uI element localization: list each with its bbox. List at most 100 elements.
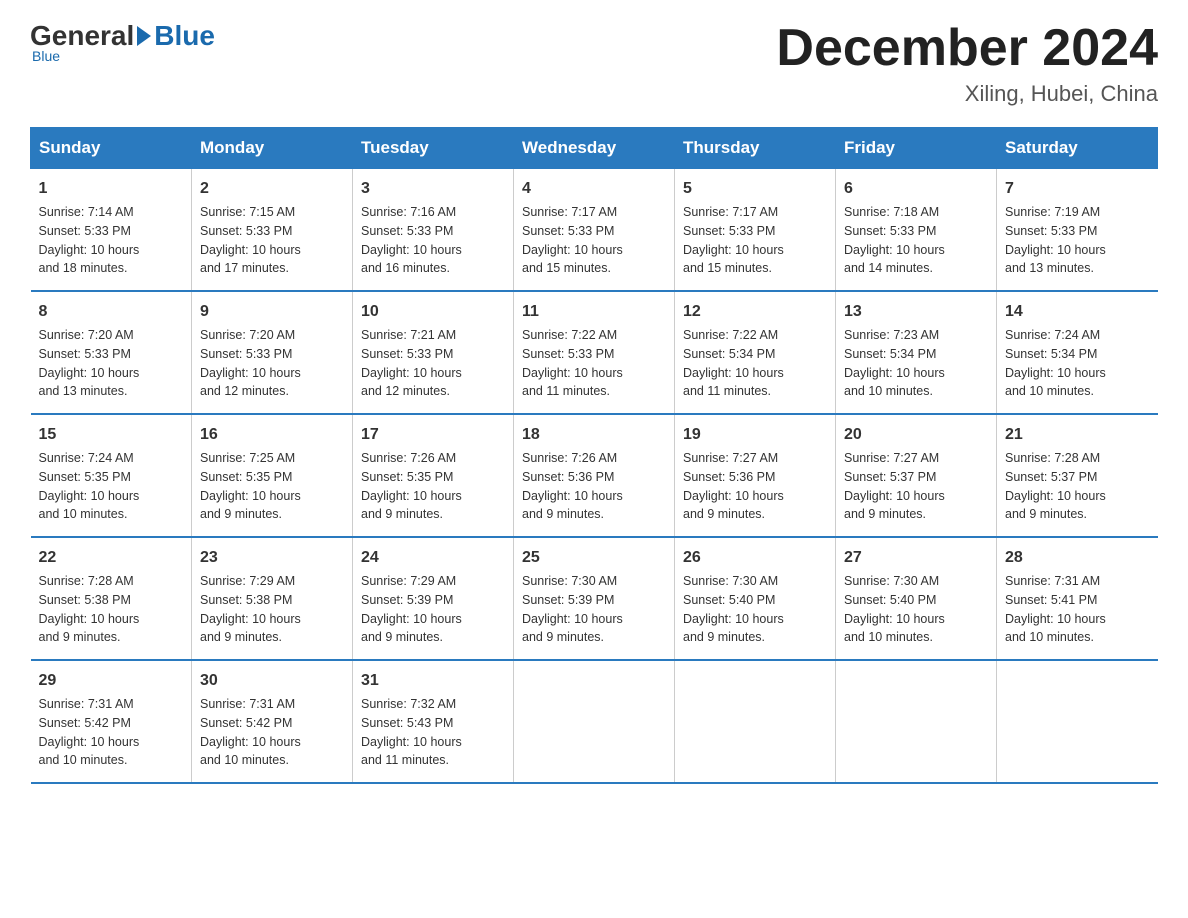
day-info: Sunrise: 7:28 AM Sunset: 5:37 PM Dayligh… xyxy=(1005,449,1150,524)
calendar-cell: 17Sunrise: 7:26 AM Sunset: 5:35 PM Dayli… xyxy=(353,414,514,537)
day-number: 5 xyxy=(683,177,827,201)
calendar-cell: 21Sunrise: 7:28 AM Sunset: 5:37 PM Dayli… xyxy=(997,414,1158,537)
day-info: Sunrise: 7:26 AM Sunset: 5:35 PM Dayligh… xyxy=(361,449,505,524)
day-number: 21 xyxy=(1005,423,1150,447)
day-number: 8 xyxy=(39,300,184,324)
day-number: 10 xyxy=(361,300,505,324)
header-wednesday: Wednesday xyxy=(514,128,675,169)
calendar-cell: 4Sunrise: 7:17 AM Sunset: 5:33 PM Daylig… xyxy=(514,169,675,292)
day-number: 12 xyxy=(683,300,827,324)
day-info: Sunrise: 7:19 AM Sunset: 5:33 PM Dayligh… xyxy=(1005,203,1150,278)
calendar-cell: 13Sunrise: 7:23 AM Sunset: 5:34 PM Dayli… xyxy=(836,291,997,414)
header-saturday: Saturday xyxy=(997,128,1158,169)
calendar-cell: 24Sunrise: 7:29 AM Sunset: 5:39 PM Dayli… xyxy=(353,537,514,660)
calendar-week-row: 1Sunrise: 7:14 AM Sunset: 5:33 PM Daylig… xyxy=(31,169,1158,292)
header-row: Sunday Monday Tuesday Wednesday Thursday… xyxy=(31,128,1158,169)
day-number: 13 xyxy=(844,300,988,324)
day-number: 9 xyxy=(200,300,344,324)
day-info: Sunrise: 7:31 AM Sunset: 5:42 PM Dayligh… xyxy=(39,695,184,770)
day-info: Sunrise: 7:18 AM Sunset: 5:33 PM Dayligh… xyxy=(844,203,988,278)
calendar-cell: 23Sunrise: 7:29 AM Sunset: 5:38 PM Dayli… xyxy=(192,537,353,660)
day-number: 26 xyxy=(683,546,827,570)
calendar-cell: 7Sunrise: 7:19 AM Sunset: 5:33 PM Daylig… xyxy=(997,169,1158,292)
day-info: Sunrise: 7:25 AM Sunset: 5:35 PM Dayligh… xyxy=(200,449,344,524)
day-number: 16 xyxy=(200,423,344,447)
calendar-cell: 12Sunrise: 7:22 AM Sunset: 5:34 PM Dayli… xyxy=(675,291,836,414)
day-number: 28 xyxy=(1005,546,1150,570)
month-title: December 2024 xyxy=(776,20,1158,77)
calendar-cell xyxy=(514,660,675,783)
day-info: Sunrise: 7:17 AM Sunset: 5:33 PM Dayligh… xyxy=(522,203,666,278)
calendar-cell xyxy=(675,660,836,783)
day-info: Sunrise: 7:22 AM Sunset: 5:34 PM Dayligh… xyxy=(683,326,827,401)
day-info: Sunrise: 7:31 AM Sunset: 5:41 PM Dayligh… xyxy=(1005,572,1150,647)
calendar-cell: 2Sunrise: 7:15 AM Sunset: 5:33 PM Daylig… xyxy=(192,169,353,292)
day-info: Sunrise: 7:30 AM Sunset: 5:39 PM Dayligh… xyxy=(522,572,666,647)
day-number: 20 xyxy=(844,423,988,447)
logo-triangle-icon xyxy=(137,26,151,46)
logo: General Blue Blue xyxy=(30,20,215,64)
day-info: Sunrise: 7:31 AM Sunset: 5:42 PM Dayligh… xyxy=(200,695,344,770)
day-number: 6 xyxy=(844,177,988,201)
day-number: 22 xyxy=(39,546,184,570)
day-info: Sunrise: 7:28 AM Sunset: 5:38 PM Dayligh… xyxy=(39,572,184,647)
day-number: 25 xyxy=(522,546,666,570)
day-number: 1 xyxy=(39,177,184,201)
calendar-cell: 20Sunrise: 7:27 AM Sunset: 5:37 PM Dayli… xyxy=(836,414,997,537)
logo-underline: Blue xyxy=(32,48,215,64)
calendar-cell: 1Sunrise: 7:14 AM Sunset: 5:33 PM Daylig… xyxy=(31,169,192,292)
day-number: 31 xyxy=(361,669,505,693)
calendar-cell: 30Sunrise: 7:31 AM Sunset: 5:42 PM Dayli… xyxy=(192,660,353,783)
calendar-cell: 18Sunrise: 7:26 AM Sunset: 5:36 PM Dayli… xyxy=(514,414,675,537)
day-number: 11 xyxy=(522,300,666,324)
calendar-table: Sunday Monday Tuesday Wednesday Thursday… xyxy=(30,127,1158,784)
calendar-cell: 15Sunrise: 7:24 AM Sunset: 5:35 PM Dayli… xyxy=(31,414,192,537)
day-info: Sunrise: 7:14 AM Sunset: 5:33 PM Dayligh… xyxy=(39,203,184,278)
calendar-week-row: 8Sunrise: 7:20 AM Sunset: 5:33 PM Daylig… xyxy=(31,291,1158,414)
day-number: 3 xyxy=(361,177,505,201)
header-tuesday: Tuesday xyxy=(353,128,514,169)
calendar-week-row: 15Sunrise: 7:24 AM Sunset: 5:35 PM Dayli… xyxy=(31,414,1158,537)
day-info: Sunrise: 7:24 AM Sunset: 5:34 PM Dayligh… xyxy=(1005,326,1150,401)
location-subtitle: Xiling, Hubei, China xyxy=(776,81,1158,107)
calendar-cell: 3Sunrise: 7:16 AM Sunset: 5:33 PM Daylig… xyxy=(353,169,514,292)
day-info: Sunrise: 7:20 AM Sunset: 5:33 PM Dayligh… xyxy=(39,326,184,401)
calendar-cell: 28Sunrise: 7:31 AM Sunset: 5:41 PM Dayli… xyxy=(997,537,1158,660)
day-info: Sunrise: 7:29 AM Sunset: 5:39 PM Dayligh… xyxy=(361,572,505,647)
day-number: 30 xyxy=(200,669,344,693)
day-info: Sunrise: 7:22 AM Sunset: 5:33 PM Dayligh… xyxy=(522,326,666,401)
calendar-cell: 16Sunrise: 7:25 AM Sunset: 5:35 PM Dayli… xyxy=(192,414,353,537)
day-info: Sunrise: 7:30 AM Sunset: 5:40 PM Dayligh… xyxy=(683,572,827,647)
calendar-week-row: 29Sunrise: 7:31 AM Sunset: 5:42 PM Dayli… xyxy=(31,660,1158,783)
header-sunday: Sunday xyxy=(31,128,192,169)
calendar-body: 1Sunrise: 7:14 AM Sunset: 5:33 PM Daylig… xyxy=(31,169,1158,784)
day-info: Sunrise: 7:27 AM Sunset: 5:36 PM Dayligh… xyxy=(683,449,827,524)
header-monday: Monday xyxy=(192,128,353,169)
calendar-cell: 22Sunrise: 7:28 AM Sunset: 5:38 PM Dayli… xyxy=(31,537,192,660)
calendar-cell: 14Sunrise: 7:24 AM Sunset: 5:34 PM Dayli… xyxy=(997,291,1158,414)
calendar-cell: 19Sunrise: 7:27 AM Sunset: 5:36 PM Dayli… xyxy=(675,414,836,537)
day-number: 23 xyxy=(200,546,344,570)
calendar-cell xyxy=(836,660,997,783)
day-info: Sunrise: 7:27 AM Sunset: 5:37 PM Dayligh… xyxy=(844,449,988,524)
day-number: 14 xyxy=(1005,300,1150,324)
calendar-cell: 11Sunrise: 7:22 AM Sunset: 5:33 PM Dayli… xyxy=(514,291,675,414)
day-info: Sunrise: 7:17 AM Sunset: 5:33 PM Dayligh… xyxy=(683,203,827,278)
day-info: Sunrise: 7:26 AM Sunset: 5:36 PM Dayligh… xyxy=(522,449,666,524)
day-info: Sunrise: 7:20 AM Sunset: 5:33 PM Dayligh… xyxy=(200,326,344,401)
calendar-cell xyxy=(997,660,1158,783)
page-header: General Blue Blue December 2024 Xiling, … xyxy=(30,20,1158,107)
day-info: Sunrise: 7:16 AM Sunset: 5:33 PM Dayligh… xyxy=(361,203,505,278)
day-number: 18 xyxy=(522,423,666,447)
header-thursday: Thursday xyxy=(675,128,836,169)
day-number: 29 xyxy=(39,669,184,693)
calendar-cell: 26Sunrise: 7:30 AM Sunset: 5:40 PM Dayli… xyxy=(675,537,836,660)
day-info: Sunrise: 7:21 AM Sunset: 5:33 PM Dayligh… xyxy=(361,326,505,401)
day-info: Sunrise: 7:30 AM Sunset: 5:40 PM Dayligh… xyxy=(844,572,988,647)
calendar-cell: 5Sunrise: 7:17 AM Sunset: 5:33 PM Daylig… xyxy=(675,169,836,292)
day-info: Sunrise: 7:23 AM Sunset: 5:34 PM Dayligh… xyxy=(844,326,988,401)
day-number: 17 xyxy=(361,423,505,447)
header-friday: Friday xyxy=(836,128,997,169)
day-number: 15 xyxy=(39,423,184,447)
calendar-header: Sunday Monday Tuesday Wednesday Thursday… xyxy=(31,128,1158,169)
